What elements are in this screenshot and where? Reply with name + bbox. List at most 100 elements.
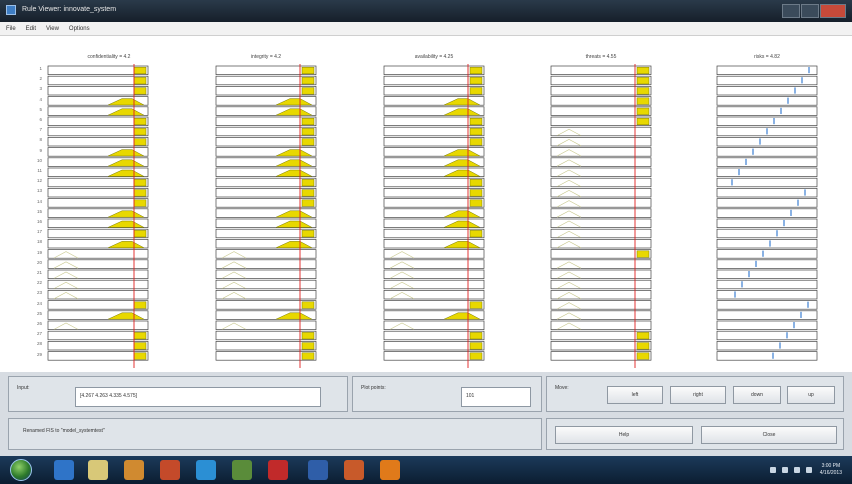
rule-cell	[716, 228, 818, 239]
rule-cell	[215, 330, 317, 341]
menu-file[interactable]: File	[6, 26, 16, 32]
membership-fill	[301, 117, 315, 126]
move-down-button[interactable]: down	[733, 386, 781, 404]
rule-cell	[215, 126, 317, 137]
rule-cell	[383, 320, 485, 330]
membership-fill	[301, 352, 315, 360]
word-icon[interactable]	[308, 460, 328, 480]
rule-cell	[716, 137, 818, 147]
help-button[interactable]: Help	[555, 426, 693, 444]
powerpoint-icon[interactable]	[380, 460, 400, 480]
matlab-icon[interactable]	[160, 460, 180, 480]
app-icon	[6, 5, 16, 15]
rule-cell	[215, 269, 317, 279]
rule-plots[interactable]	[0, 36, 852, 376]
rule-cell	[383, 341, 485, 351]
membership-fill	[133, 342, 147, 350]
move-right-button[interactable]: right	[670, 386, 726, 404]
plot-points-field[interactable]: 101	[461, 387, 531, 407]
minimize-button[interactable]	[782, 4, 800, 18]
rule-cell	[383, 351, 485, 361]
membership-fill	[469, 138, 483, 146]
membership-fill	[469, 77, 483, 85]
rule-cell	[215, 198, 317, 208]
rule-cell	[716, 147, 818, 157]
rule-cell	[215, 351, 317, 361]
close-window-button[interactable]	[820, 4, 846, 18]
flag-icon[interactable]	[781, 467, 788, 473]
membership-fill	[636, 66, 650, 75]
rule-cell	[550, 341, 652, 351]
skype-icon[interactable]	[196, 460, 216, 480]
membership-fill	[469, 189, 483, 197]
rule-cell	[383, 116, 485, 126]
maximize-button[interactable]	[801, 4, 819, 18]
rule-cell	[47, 269, 149, 279]
rule-cell	[47, 249, 149, 259]
acrobat-icon[interactable]	[268, 460, 288, 480]
rule-cell	[215, 75, 317, 86]
menu-edit[interactable]: Edit	[26, 26, 36, 32]
rule-cell	[215, 177, 317, 188]
move-left-button[interactable]: left	[607, 386, 663, 404]
volume-icon[interactable]	[805, 467, 812, 473]
tray-arrow-icon[interactable]	[769, 467, 776, 473]
actions-box: Help Close	[546, 418, 844, 450]
rule-cell	[47, 137, 149, 147]
rule-cell	[47, 116, 149, 126]
rule-cell	[47, 75, 149, 86]
rule-cell	[550, 239, 652, 249]
membership-fill	[301, 230, 315, 238]
rule-cell	[716, 300, 818, 310]
membership-fill	[301, 128, 315, 136]
rule-cell	[47, 126, 149, 137]
membership-fill	[133, 66, 147, 75]
membership-fill	[469, 199, 483, 207]
membership-fill	[133, 77, 147, 85]
rule-cell	[716, 259, 818, 269]
tool-icon[interactable]	[232, 460, 252, 480]
matlab-app-icon[interactable]	[344, 460, 364, 480]
rule-cell	[215, 300, 317, 310]
rule-cell	[215, 188, 317, 198]
input-field[interactable]: [4.267 4.263 4.335 4.575]	[75, 387, 321, 407]
membership-fill	[133, 128, 147, 136]
membership-fill	[636, 250, 650, 258]
media-icon[interactable]	[124, 460, 144, 480]
rule-cell	[550, 269, 652, 279]
ie-icon[interactable]	[54, 460, 74, 480]
clock[interactable]: 3:00 PM 4/16/2013	[820, 463, 842, 477]
rule-cell	[47, 300, 149, 310]
network-icon[interactable]	[793, 467, 800, 473]
membership-fill	[301, 332, 315, 340]
move-up-button[interactable]: up	[787, 386, 835, 404]
rule-cell	[383, 188, 485, 198]
rule-cell	[550, 147, 652, 157]
menu-options[interactable]: Options	[69, 26, 90, 32]
rule-cell	[550, 75, 652, 86]
membership-fill	[469, 230, 483, 238]
rule-cell	[550, 290, 652, 300]
rule-cell	[550, 320, 652, 330]
rule-cell	[215, 341, 317, 351]
membership-fill	[133, 352, 147, 360]
close-button[interactable]: Close	[701, 426, 837, 444]
folder-icon[interactable]	[88, 460, 108, 480]
rule-cell	[716, 65, 818, 75]
input-box: Input: [4.267 4.263 4.335 4.575]	[8, 376, 348, 412]
rule-cell	[550, 126, 652, 137]
rule-cell	[716, 208, 818, 218]
rule-cell	[383, 75, 485, 86]
rule-cell	[215, 259, 317, 269]
rule-cell	[215, 86, 317, 96]
rule-cell	[215, 279, 317, 290]
membership-fill	[636, 117, 650, 126]
rule-cell	[550, 228, 652, 239]
rule-cell	[383, 279, 485, 290]
rule-cell	[716, 86, 818, 96]
menu-view[interactable]: View	[46, 26, 59, 32]
move-label: Move:	[555, 385, 569, 391]
plot-points-label: Plot points:	[361, 385, 386, 391]
start-button[interactable]	[10, 459, 32, 481]
rule-cell	[550, 86, 652, 96]
